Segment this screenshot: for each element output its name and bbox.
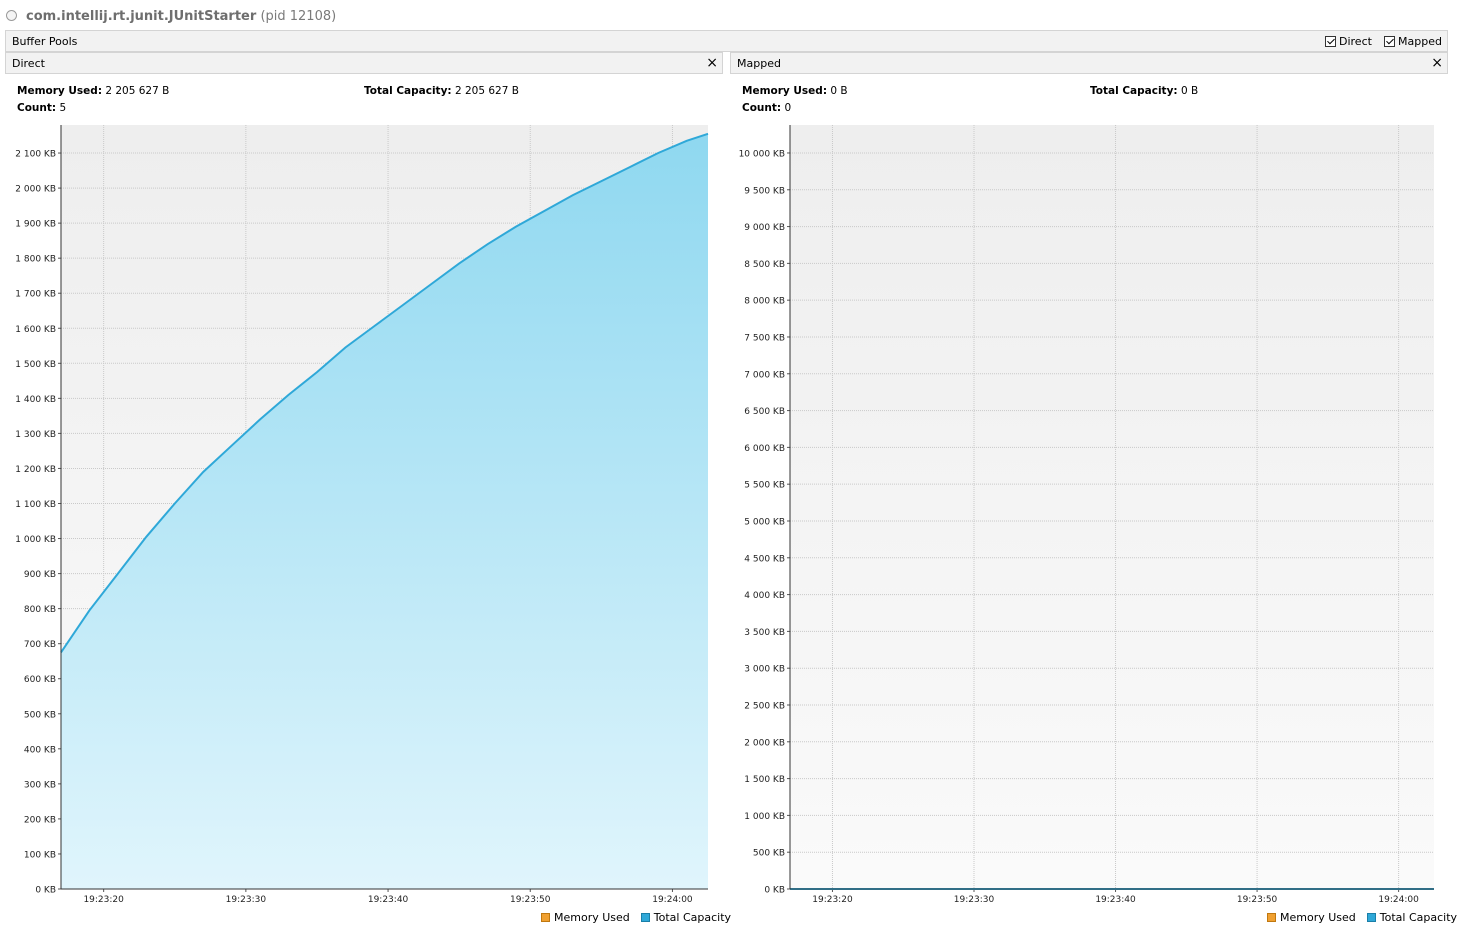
plot-area [790,125,1434,889]
y-tick-label: 1 800 KB [15,255,56,265]
y-tick-label: 10 000 KB [739,149,785,159]
y-tick-label: 600 KB [24,675,56,685]
y-tick-label: 9 000 KB [744,223,785,233]
y-tick-label: 2 000 KB [744,738,785,748]
memory-used-swatch [541,913,550,922]
y-tick-label: 0 KB [764,886,785,896]
direct-chart: 0 KB 100 KB 200 KB 300 KB 400 KB 500 KB 600 KB… [15,125,709,905]
checkbox-checked-icon [1325,36,1336,47]
total-capacity-swatch [1366,913,1376,922]
checkbox-checked-icon [1384,36,1395,47]
y-tick-label: 1 000 KB [744,812,785,822]
y-tick-label: 3 500 KB [744,628,785,638]
y-tick-label: 1 100 KB [15,500,56,510]
mapped-legend: Memory Used Total Capacity [1267,911,1457,924]
direct-panel: Direct × Memory Used: 2 205 627 B Total … [5,52,731,933]
y-tick-label: 1 900 KB [15,220,56,230]
y-tick-label: 7 000 KB [744,370,785,380]
legend-total-capacity: Total Capacity [1379,911,1457,924]
y-tick-label: 1 300 KB [15,430,56,440]
y-tick-label: 0 KB [35,886,56,896]
memory-used-swatch [1267,913,1276,922]
y-tick-label: 2 000 KB [15,185,56,195]
mapped-panel: Mapped × Memory Used: 0 B Total Capacity… [730,52,1457,933]
y-tick-label: 300 KB [24,780,56,790]
y-tick-label: 400 KB [24,745,56,755]
y-tick-label: 1 500 KB [15,360,56,370]
y-tick-label: 8 500 KB [744,260,785,270]
direct-legend: Memory Used Total Capacity [541,911,731,924]
y-tick-label: 1 700 KB [15,290,56,300]
y-tick-label: 700 KB [24,640,56,650]
y-tick-label: 200 KB [24,815,56,825]
y-tick-label: 5 500 KB [744,481,785,491]
y-tick-label: 6 500 KB [744,407,785,417]
x-tick-label: 19:23:30 [954,895,995,905]
x-tick-label: 19:23:20 [83,895,124,905]
y-tick-label: 1 200 KB [15,465,56,475]
direct-checkbox[interactable]: Direct [1325,35,1372,48]
y-tick-label: 500 KB [24,710,56,720]
legend-memory-used: Memory Used [554,911,630,924]
y-tick-label: 1 000 KB [15,535,56,545]
x-tick-label: 19:24:00 [1378,895,1419,905]
y-tick-label: 2 500 KB [744,701,785,711]
y-tick-label: 4 500 KB [744,554,785,564]
y-tick-label: 9 500 KB [744,186,785,196]
y-tick-label: 8 000 KB [744,297,785,307]
y-tick-label: 3 000 KB [744,665,785,675]
y-tick-label: 1 400 KB [15,395,56,405]
process-pid: (pid 12108) [260,9,337,24]
y-tick-label: 4 000 KB [744,591,785,601]
x-tick-label: 19:24:00 [652,895,693,905]
y-tick-label: 7 500 KB [744,333,785,343]
x-tick-label: 19:23:20 [812,895,853,905]
y-tick-label: 800 KB [24,605,56,615]
legend-memory-used: Memory Used [1280,911,1356,924]
window-title: com.intellij.rt.junit.JUnitStarter (pid … [26,9,336,24]
legend-total-capacity: Total Capacity [653,911,732,924]
process-status-icon [6,10,17,21]
x-tick-label: 19:23:50 [510,895,551,905]
direct-checkbox-label: Direct [1339,35,1372,48]
mapped-checkbox-label: Mapped [1398,35,1442,48]
x-tick-label: 19:23:40 [368,895,409,905]
mapped-chart: 0 KB 500 KB 1 000 KB 1 500 KB 2 000 KB 2 500 … [739,125,1434,905]
y-tick-label: 900 KB [24,570,56,580]
x-tick-label: 19:23:50 [1237,895,1278,905]
y-tick-label: 1 500 KB [744,775,785,785]
buffer-pools-header: Buffer Pools Direct Mapped [5,30,1448,52]
y-tick-label: 500 KB [753,849,785,859]
window-title-bar: com.intellij.rt.junit.JUnitStarter (pid … [0,0,1457,30]
y-tick-label: 100 KB [24,850,56,860]
y-tick-label: 6 000 KB [744,444,785,454]
x-tick-label: 19:23:30 [226,895,267,905]
y-tick-label: 2 100 KB [15,150,56,160]
process-name: com.intellij.rt.junit.JUnitStarter [26,9,257,24]
y-tick-label: 5 000 KB [744,517,785,527]
mapped-checkbox[interactable]: Mapped [1384,35,1442,48]
buffer-pools-title: Buffer Pools [12,35,78,48]
x-tick-label: 19:23:40 [1095,895,1136,905]
total-capacity-swatch [640,913,650,922]
y-tick-label: 1 600 KB [15,325,56,335]
